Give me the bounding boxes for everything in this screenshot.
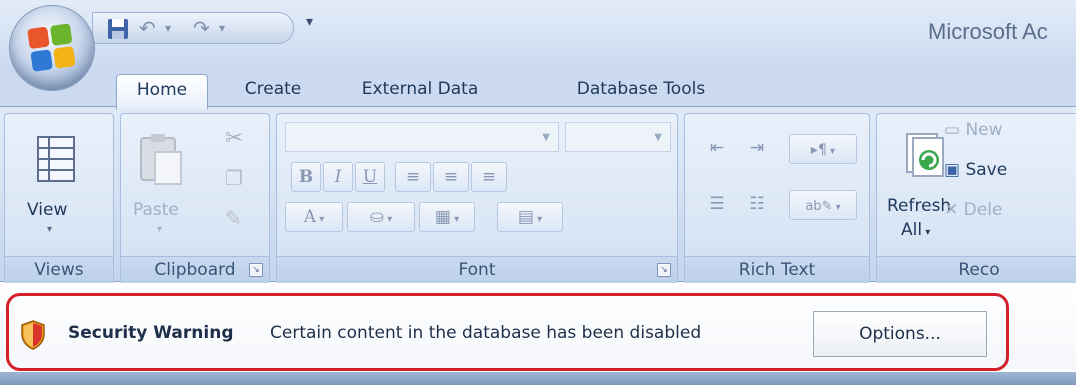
rich-text-group-label: Rich Text bbox=[685, 256, 869, 284]
new-record-icon: ▭ bbox=[944, 120, 961, 140]
bold-button[interactable]: B bbox=[291, 162, 321, 192]
window-title: Microsoft Ac bbox=[928, 19, 1048, 44]
redo-icon[interactable]: ↷ bbox=[193, 15, 210, 41]
alternate-row-color-icon: ▤ bbox=[517, 207, 534, 227]
paragraph-icon: ▸¶ bbox=[810, 142, 827, 158]
numbered-list-icon[interactable]: ☰ bbox=[697, 190, 737, 220]
paste-dropdown-icon: ▾ bbox=[157, 224, 163, 235]
refresh-all-text: All bbox=[901, 220, 923, 240]
gridlines-button[interactable]: ▦ ▾ bbox=[419, 202, 475, 232]
delete-record-button[interactable]: ✕ Dele bbox=[944, 200, 1002, 220]
records-group-label: Reco bbox=[877, 256, 1076, 284]
office-logo-icon bbox=[27, 23, 77, 73]
clipboard-group-label: Clipboard bbox=[121, 256, 269, 284]
font-color-label: A bbox=[303, 207, 317, 227]
fill-color-button[interactable]: ⛀ ▾ bbox=[347, 202, 415, 232]
security-warning-title: Security Warning bbox=[68, 323, 234, 343]
italic-button[interactable]: I bbox=[323, 162, 353, 192]
font-group: ▼ ▼ B I U ≡ ≡ ≡ A ▾ ⛀ ▾ ▦ ▾ ▤ ▾ Font ↘ bbox=[276, 113, 678, 285]
refresh-label: Refresh bbox=[887, 196, 952, 216]
delete-icon: ✕ bbox=[944, 200, 959, 220]
tab-home[interactable]: Home bbox=[116, 74, 208, 109]
fill-bucket-icon: ⛀ bbox=[369, 207, 385, 227]
font-color-button[interactable]: A ▾ bbox=[285, 202, 343, 232]
undo-dropdown-icon[interactable]: ▾ bbox=[165, 15, 171, 41]
increase-indent-icon[interactable]: ⇥ bbox=[737, 134, 777, 164]
new-record-button[interactable]: ▭ New bbox=[944, 120, 1003, 140]
title-bar: ↶ ▾ ↷ ▾ ▾ Microsoft Ac bbox=[0, 0, 1076, 66]
refresh-all-label: All ▾ bbox=[901, 220, 931, 240]
views-group-label: Views bbox=[5, 256, 113, 284]
tab-create[interactable]: Create bbox=[232, 74, 314, 108]
security-warning-text: Certain content in the database has been… bbox=[270, 323, 702, 343]
align-center-icon[interactable]: ≡ bbox=[433, 162, 469, 192]
new-record-label: New bbox=[965, 120, 1003, 140]
paste-button[interactable]: Paste ▾ bbox=[127, 120, 197, 250]
views-group: View ▾ Views bbox=[4, 113, 114, 285]
clipboard-dialog-launcher-icon[interactable]: ↘ bbox=[249, 263, 263, 277]
delete-record-label: Dele bbox=[963, 200, 1003, 220]
tab-external-data[interactable]: External Data bbox=[354, 74, 486, 108]
font-dialog-launcher-icon[interactable]: ↘ bbox=[657, 263, 671, 277]
redo-dropdown-icon[interactable]: ▾ bbox=[219, 15, 225, 41]
shield-icon bbox=[21, 320, 45, 350]
save-record-label: Save bbox=[965, 160, 1008, 180]
office-button[interactable] bbox=[10, 6, 94, 90]
decrease-indent-icon[interactable]: ⇤ bbox=[697, 134, 737, 164]
undo-icon[interactable]: ↶ bbox=[139, 15, 156, 41]
view-button[interactable]: View ▾ bbox=[13, 120, 105, 250]
paragraph-direction-button[interactable]: ▸¶ ▾ bbox=[789, 134, 857, 164]
align-right-icon[interactable]: ≡ bbox=[471, 162, 507, 192]
font-name-combo[interactable]: ▼ bbox=[285, 122, 559, 152]
font-size-combo[interactable]: ▼ bbox=[565, 122, 671, 152]
paste-icon bbox=[140, 134, 182, 185]
gridlines-icon: ▦ bbox=[434, 207, 451, 227]
tab-database-tools[interactable]: Database Tools bbox=[560, 74, 722, 108]
font-group-label: Font bbox=[277, 256, 677, 284]
quick-access-toolbar: ↶ ▾ ↷ ▾ bbox=[92, 12, 294, 44]
alternate-fill-button[interactable]: ▤ ▾ bbox=[497, 202, 563, 232]
bottom-border bbox=[0, 372, 1076, 385]
view-dropdown-icon: ▾ bbox=[47, 224, 53, 235]
options-button[interactable]: Options... bbox=[813, 311, 987, 357]
copy-icon[interactable]: ❐ bbox=[225, 166, 243, 190]
clipboard-group-label-text: Clipboard bbox=[154, 260, 236, 280]
view-button-label: View bbox=[27, 200, 68, 220]
paste-label: Paste bbox=[133, 200, 179, 220]
clipboard-group: Paste ▾ ✂ ❐ ✎ Clipboard ↘ bbox=[120, 113, 270, 285]
format-painter-icon[interactable]: ✎ bbox=[225, 206, 242, 230]
customize-toolbar-icon[interactable]: ▾ bbox=[306, 14, 313, 30]
refresh-icon bbox=[906, 133, 944, 177]
ribbon: View ▾ Views Paste ▾ ✂ ❐ ✎ Clipboard ↘ ▼… bbox=[0, 106, 1076, 285]
save-record-button[interactable]: ▣ Save bbox=[944, 160, 1007, 180]
ribbon-tabs: Home Create External Data Database Tools bbox=[0, 66, 1076, 109]
align-left-icon[interactable]: ≡ bbox=[395, 162, 431, 192]
highlight-button[interactable]: ab✎ ▾ bbox=[789, 190, 857, 220]
save-icon[interactable] bbox=[107, 15, 129, 41]
datasheet-view-icon bbox=[37, 136, 75, 182]
highlight-icon: ab✎ bbox=[805, 199, 833, 214]
bulleted-list-icon[interactable]: ☷ bbox=[737, 190, 777, 220]
cut-icon[interactable]: ✂ bbox=[225, 126, 243, 151]
rich-text-group: ⇤ ⇥ ▸¶ ▾ ☰ ☷ ab✎ ▾ Rich Text bbox=[684, 113, 870, 285]
save-record-icon: ▣ bbox=[944, 160, 961, 180]
underline-button[interactable]: U bbox=[355, 162, 385, 192]
